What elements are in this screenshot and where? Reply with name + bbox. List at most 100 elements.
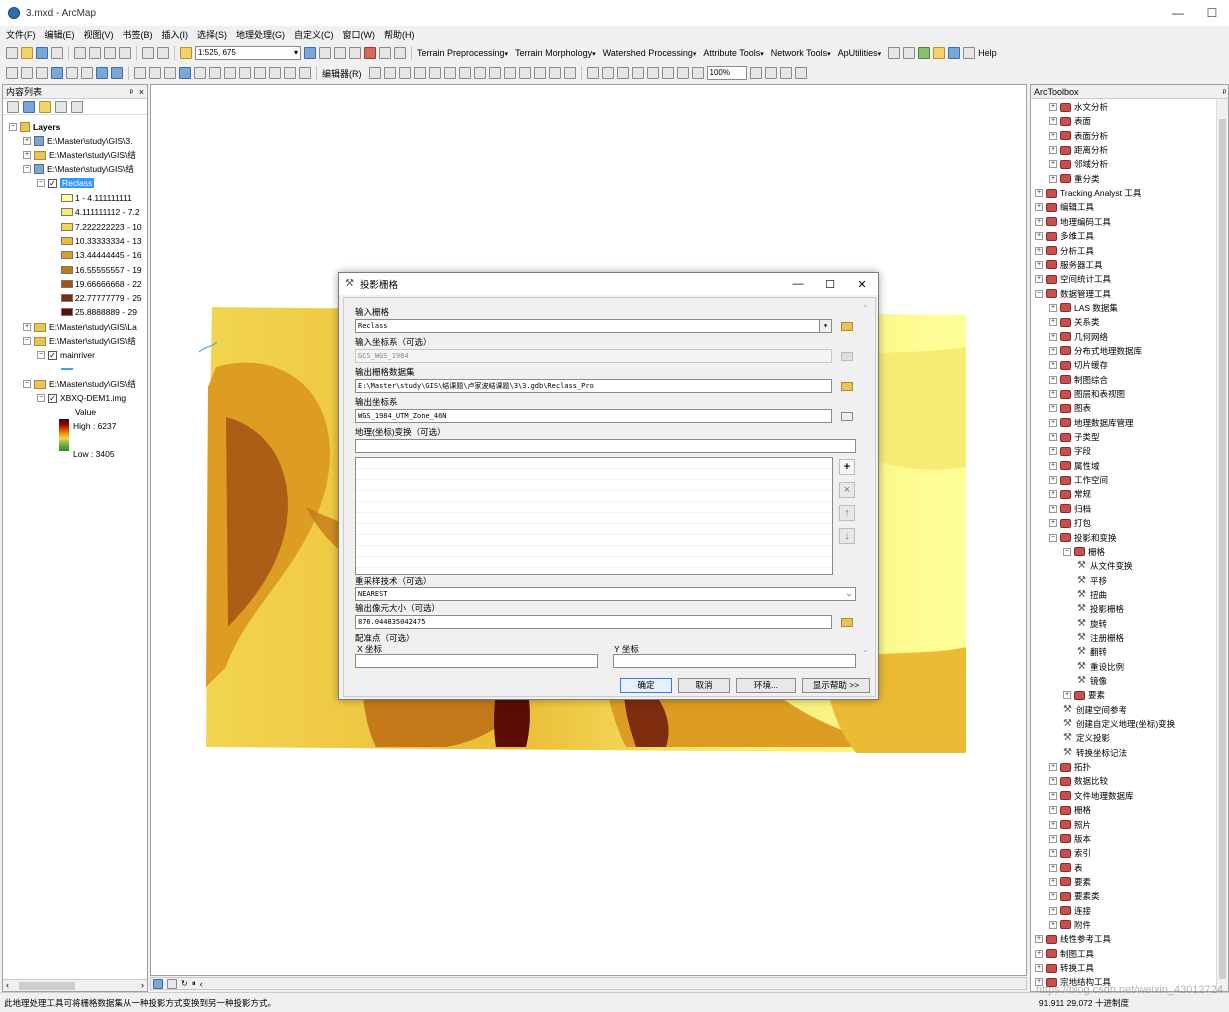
layout-zoom-out-icon[interactable] <box>601 67 614 79</box>
toc-layer-mainriver[interactable]: − ✓ mainriver <box>37 348 95 362</box>
edit-vertices-icon[interactable] <box>458 67 471 79</box>
legend-class-item[interactable]: 25.8888889 - 29 <box>61 305 137 319</box>
layout-zoom-in-icon[interactable] <box>586 67 599 79</box>
toolbox-toolset-item[interactable]: + LAS 数据集 <box>1049 301 1118 315</box>
menu-edit[interactable]: 编辑(E) <box>45 28 75 41</box>
expand-icon[interactable]: + <box>23 323 31 331</box>
open-icon[interactable] <box>21 47 33 59</box>
move-down-button[interactable]: ↓ <box>839 528 855 544</box>
toolbox-toolset-item[interactable]: + 版本 <box>1049 832 1091 846</box>
cut-polygons-icon[interactable] <box>488 67 501 79</box>
expand-icon[interactable]: + <box>1049 160 1057 169</box>
toolbox-toolset-item[interactable]: + 多维工具 <box>1035 229 1094 243</box>
toolbox-toolset-item[interactable]: + 表面 <box>1049 114 1091 128</box>
expand-icon[interactable]: + <box>1049 332 1057 341</box>
watershed-processing-menu[interactable]: Watershed Processing▾ <box>603 48 697 58</box>
toolbox-toolset-item[interactable]: + 距离分析 <box>1049 143 1108 157</box>
expand-icon[interactable]: + <box>1049 303 1057 312</box>
list-by-visibility-icon[interactable] <box>39 100 51 113</box>
globe-icon[interactable] <box>948 47 961 59</box>
expand-icon[interactable]: + <box>1049 103 1057 111</box>
legend-class-item[interactable]: 13.44444445 - 16 <box>61 248 142 262</box>
scroll-thumb[interactable] <box>1219 119 1226 979</box>
layout-fixed-zoom-out-icon[interactable] <box>676 67 689 79</box>
toolbox-toolset-item[interactable]: + 转换工具 <box>1035 961 1094 975</box>
expand-icon[interactable]: + <box>1035 246 1043 255</box>
dialog-minimize-button[interactable]: — <box>782 273 814 295</box>
toolbox-toolset-item[interactable]: + 制图综合 <box>1049 373 1108 387</box>
collapse-icon[interactable]: − <box>37 394 45 402</box>
new-document-icon[interactable] <box>6 47 18 59</box>
expand-icon[interactable]: + <box>1049 490 1057 499</box>
expand-icon[interactable]: + <box>1035 964 1043 972</box>
input-raster-combobox[interactable]: Reclass ▾ <box>355 319 832 333</box>
expand-icon[interactable]: + <box>1049 146 1057 155</box>
expand-icon[interactable]: + <box>1049 806 1057 815</box>
toolbox-toolset-item[interactable]: + 字段 <box>1049 444 1091 458</box>
toolbox-tool-item[interactable]: ⚒ 注册栅格 <box>1077 631 1124 645</box>
expand-icon[interactable]: + <box>1049 892 1057 901</box>
expand-icon[interactable]: + <box>1049 433 1057 442</box>
toolbox-toolset-item[interactable]: + 表面分析 <box>1049 129 1108 143</box>
batch-icon[interactable] <box>933 47 946 59</box>
class-color-swatch[interactable] <box>61 222 73 231</box>
identify-icon[interactable] <box>179 67 191 79</box>
pan-icon[interactable] <box>36 67 48 79</box>
output-crs-field[interactable]: WGS_1984_UTM_Zone_46N <box>355 409 832 423</box>
straight-segment-icon[interactable] <box>398 67 411 79</box>
toolbox-toolset-item[interactable]: + 要素 <box>1063 688 1105 702</box>
zoom-out-icon[interactable] <box>21 67 33 79</box>
legend-class-item[interactable]: 7.222222223 - 10 <box>61 220 142 234</box>
save-icon[interactable] <box>36 47 48 59</box>
fixed-zoom-in-icon[interactable] <box>66 67 78 79</box>
fixed-zoom-out-icon[interactable] <box>81 67 93 79</box>
legend-class-item[interactable]: 22.77777779 - 25 <box>61 291 142 305</box>
toolbox-toolset-item[interactable]: + 归档 <box>1049 502 1091 516</box>
expand-icon[interactable]: + <box>1049 791 1057 800</box>
browse-output-raster-button[interactable] <box>839 379 855 393</box>
toolbox-tool-item[interactable]: ⚒ 转换坐标记法 <box>1063 746 1127 760</box>
create-viewer-icon[interactable] <box>299 67 311 79</box>
data-view-icon[interactable] <box>153 978 163 989</box>
scroll-left-icon[interactable]: ‹ <box>200 979 203 989</box>
scroll-thumb[interactable] <box>19 982 75 990</box>
expand-icon[interactable]: + <box>1035 189 1043 198</box>
flow-tool-icon[interactable] <box>888 47 901 59</box>
expand-icon[interactable]: + <box>1049 834 1057 843</box>
layer-visibility-checkbox[interactable]: ✓ <box>48 393 57 403</box>
class-color-swatch[interactable] <box>61 265 73 274</box>
expand-icon[interactable]: + <box>1035 232 1043 241</box>
expand-icon[interactable]: + <box>1049 418 1057 427</box>
select-elements-icon[interactable] <box>164 67 176 79</box>
close-icon[interactable]: × <box>139 85 144 99</box>
toolbox-toolset-item[interactable]: − 投影和变换 <box>1049 531 1117 545</box>
toolbox-toolset-item[interactable]: + 照片 <box>1049 818 1091 832</box>
legend-class-item[interactable]: 16.55555557 - 19 <box>61 263 142 277</box>
expand-icon[interactable]: + <box>1035 935 1043 944</box>
toolbox-toolset-item[interactable]: + 附件 <box>1049 918 1091 932</box>
dialog-maximize-button[interactable]: ☐ <box>814 273 846 295</box>
toolbox-toolset-item[interactable]: + 工作空间 <box>1049 473 1108 487</box>
class-color-swatch[interactable] <box>61 194 73 202</box>
toolbox-toolset-item[interactable]: + 几何网络 <box>1049 330 1108 344</box>
toc-workspace-row[interactable]: + E:\Master\study\GIS\3. <box>23 134 133 148</box>
arctoolbox-scrollbar[interactable] <box>1216 99 1228 991</box>
print-icon[interactable] <box>51 47 63 59</box>
expand-icon[interactable]: + <box>1049 504 1057 513</box>
toolbox-toolset-item[interactable]: + 切片缓存 <box>1049 358 1108 372</box>
help-menu-toolbar[interactable]: Help <box>978 48 997 58</box>
toc-workspace-row[interactable]: − E:\Master\study\GIS\结 <box>23 334 136 348</box>
expand-icon[interactable]: + <box>1049 375 1057 384</box>
toc-workspace-row[interactable]: − E:\Master\study\GIS\结 <box>23 162 134 176</box>
toc-layer-dem[interactable]: − ✓ XBXQ-DEM1.img <box>37 391 126 405</box>
class-color-swatch[interactable] <box>61 208 73 217</box>
go-back-extent-icon[interactable] <box>691 67 704 79</box>
menu-bookmarks[interactable]: 书签(B) <box>123 28 153 41</box>
zoom-100-icon[interactable] <box>646 67 659 79</box>
toolbox-tool-item[interactable]: ⚒ 平移 <box>1077 574 1107 588</box>
menu-selection[interactable]: 选择(S) <box>197 28 227 41</box>
collapse-icon[interactable]: − <box>9 123 17 131</box>
expand-icon[interactable]: + <box>1049 877 1057 886</box>
toolbox-tool-item[interactable]: ⚒ 从文件变换 <box>1077 559 1133 573</box>
paste-icon[interactable] <box>104 47 116 59</box>
